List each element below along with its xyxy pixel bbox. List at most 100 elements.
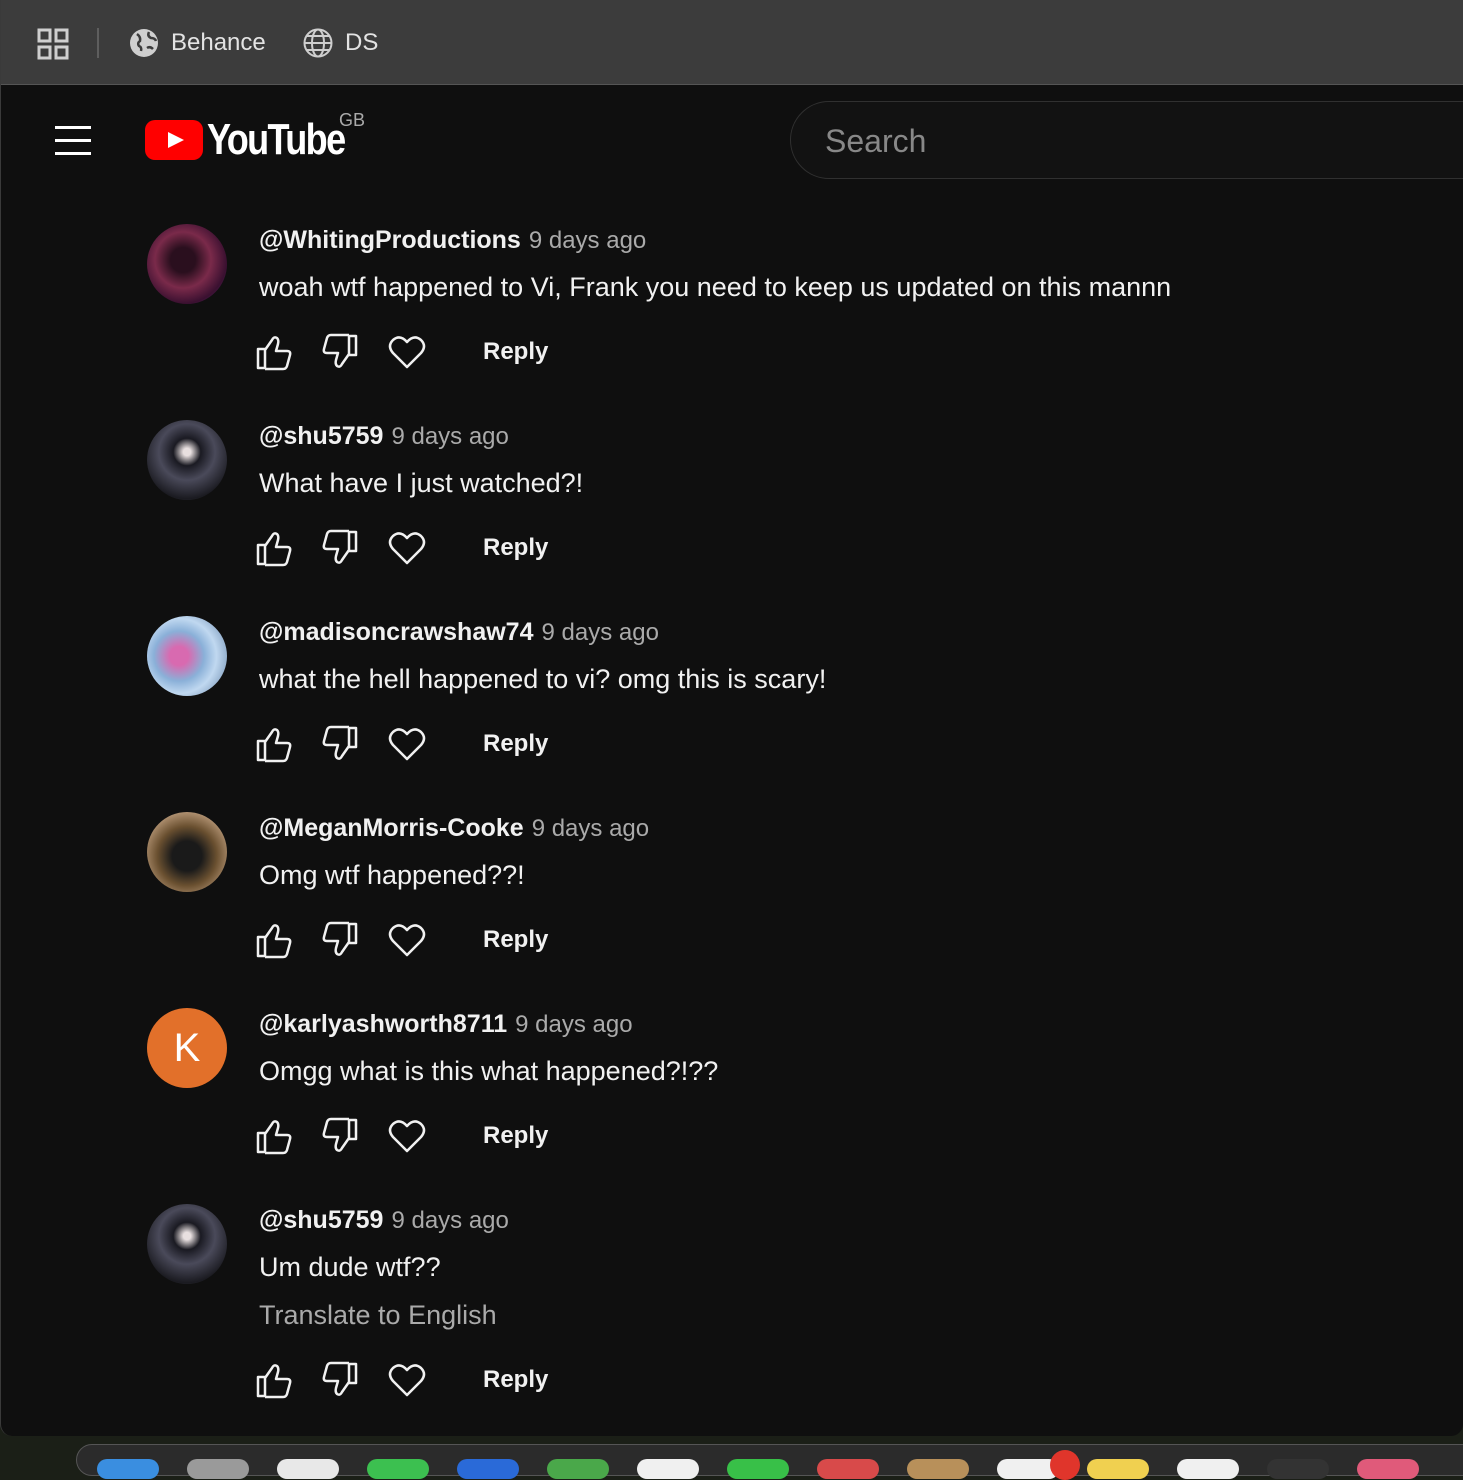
- thumbs-up-icon: [256, 336, 292, 371]
- heart-button[interactable]: [387, 724, 427, 764]
- globe-outline-icon: [303, 28, 333, 58]
- comment-author[interactable]: @MeganMorris-Cooke: [259, 814, 524, 842]
- heart-button[interactable]: [387, 1116, 427, 1156]
- avatar[interactable]: [147, 420, 227, 500]
- dock: [76, 1444, 1463, 1479]
- reply-button[interactable]: Reply: [483, 1122, 548, 1150]
- bookmarks-divider: [97, 28, 99, 58]
- avatar[interactable]: [147, 616, 227, 696]
- thumbs-up-icon: [256, 728, 292, 763]
- dock-app-icon[interactable]: [1267, 1459, 1329, 1479]
- comment-author[interactable]: @karlyashworth8711: [259, 1010, 507, 1038]
- dislike-button[interactable]: [319, 332, 359, 372]
- globe-filled-icon: [130, 29, 158, 57]
- thumbs-up-icon: [256, 1120, 292, 1155]
- comment-author[interactable]: @shu5759: [259, 422, 383, 450]
- comment-time[interactable]: 9 days ago: [391, 423, 508, 450]
- avatar[interactable]: [147, 224, 227, 304]
- comment-author[interactable]: @WhitingProductions: [259, 226, 521, 254]
- comment-text: Um dude wtf??: [259, 1252, 441, 1282]
- thumbs-down-icon: [322, 725, 358, 760]
- heart-button[interactable]: [387, 1360, 427, 1400]
- like-button[interactable]: [255, 1116, 295, 1156]
- reply-button[interactable]: Reply: [483, 926, 548, 954]
- region-label: GB: [339, 110, 366, 130]
- heart-icon: [388, 1120, 426, 1153]
- like-button[interactable]: [255, 1360, 295, 1400]
- dock-app-icon[interactable]: [277, 1459, 339, 1479]
- thumbs-down-icon: [322, 1361, 358, 1396]
- dock-app-icon[interactable]: [547, 1459, 609, 1479]
- dislike-button[interactable]: [319, 920, 359, 960]
- reply-button[interactable]: Reply: [483, 1366, 548, 1394]
- logo-text: YouTube: [207, 115, 346, 164]
- apps-grid-icon[interactable]: [37, 28, 69, 60]
- dock-app-icon[interactable]: [97, 1459, 159, 1479]
- avatar[interactable]: [147, 812, 227, 892]
- thumbs-down-icon: [322, 333, 358, 368]
- dislike-button[interactable]: [319, 528, 359, 568]
- search-box[interactable]: [790, 101, 1463, 179]
- like-button[interactable]: [255, 332, 295, 372]
- heart-icon: [388, 336, 426, 369]
- comment-author[interactable]: @shu5759: [259, 1206, 383, 1234]
- like-button[interactable]: [255, 528, 295, 568]
- dock-app-icon[interactable]: [187, 1459, 249, 1479]
- reply-button[interactable]: Reply: [483, 534, 548, 562]
- bookmark-behance[interactable]: Behance: [129, 24, 266, 62]
- like-button[interactable]: [255, 920, 295, 960]
- heart-button[interactable]: [387, 332, 427, 372]
- reply-button[interactable]: Reply: [483, 730, 548, 758]
- thumbs-up-icon: [256, 1364, 292, 1399]
- comment-time[interactable]: 9 days ago: [542, 619, 659, 646]
- thumbs-down-icon: [322, 529, 358, 564]
- avatar-letter: K: [173, 1025, 201, 1070]
- comment-time[interactable]: 9 days ago: [532, 815, 649, 842]
- thumbs-down-icon: [322, 1117, 358, 1152]
- search-input[interactable]: [823, 120, 1427, 162]
- heart-button[interactable]: [387, 920, 427, 960]
- comment-time[interactable]: 9 days ago: [515, 1011, 632, 1038]
- comment-text: Omgg what is this what happened?!??: [259, 1056, 719, 1086]
- thumbs-up-icon: [256, 924, 292, 959]
- heart-button[interactable]: [387, 528, 427, 568]
- bookmark-label: DS: [345, 29, 379, 56]
- browser-window: Behance DS YouTube GB @WhitingProduction…: [0, 0, 1463, 1436]
- heart-icon: [388, 924, 426, 957]
- thumbs-down-icon: [322, 921, 358, 956]
- like-button[interactable]: [255, 724, 295, 764]
- dock-app-icon[interactable]: [1357, 1459, 1419, 1479]
- dock-app-icon[interactable]: [367, 1459, 429, 1479]
- comment-text: what the hell happened to vi? omg this i…: [259, 664, 827, 694]
- thumbs-up-icon: [256, 532, 292, 567]
- bookmark-label: Behance: [171, 29, 266, 56]
- heart-icon: [388, 728, 426, 761]
- comment-text: Omg wtf happened??!: [259, 860, 525, 890]
- youtube-play-icon: [145, 120, 203, 160]
- dock-app-icon[interactable]: [457, 1459, 519, 1479]
- dock-app-icon[interactable]: [907, 1459, 969, 1479]
- comment-time[interactable]: 9 days ago: [391, 1207, 508, 1234]
- dislike-button[interactable]: [319, 724, 359, 764]
- heart-icon: [388, 1364, 426, 1397]
- comment-time[interactable]: 9 days ago: [529, 227, 646, 254]
- notification-badge: [1050, 1450, 1080, 1480]
- dock-app-icon[interactable]: [1087, 1459, 1149, 1479]
- dock-app-icon[interactable]: [727, 1459, 789, 1479]
- bookmarks-bar: Behance DS: [1, 0, 1463, 85]
- bookmark-ds[interactable]: DS: [303, 24, 378, 62]
- avatar[interactable]: [147, 1204, 227, 1284]
- heart-icon: [388, 532, 426, 565]
- avatar[interactable]: K: [147, 1008, 227, 1088]
- dislike-button[interactable]: [319, 1116, 359, 1156]
- dock-app-icon[interactable]: [1177, 1459, 1239, 1479]
- translate-link[interactable]: Translate to English: [259, 1300, 497, 1331]
- dock-app-icon[interactable]: [637, 1459, 699, 1479]
- comment-text: What have I just watched?!: [259, 468, 584, 498]
- dock-app-icon[interactable]: [817, 1459, 879, 1479]
- dislike-button[interactable]: [319, 1360, 359, 1400]
- comment-text: woah wtf happened to Vi, Frank you need …: [259, 272, 1172, 302]
- menu-icon[interactable]: [55, 126, 91, 155]
- comment-author[interactable]: @madisoncrawshaw74: [259, 618, 534, 646]
- reply-button[interactable]: Reply: [483, 338, 548, 366]
